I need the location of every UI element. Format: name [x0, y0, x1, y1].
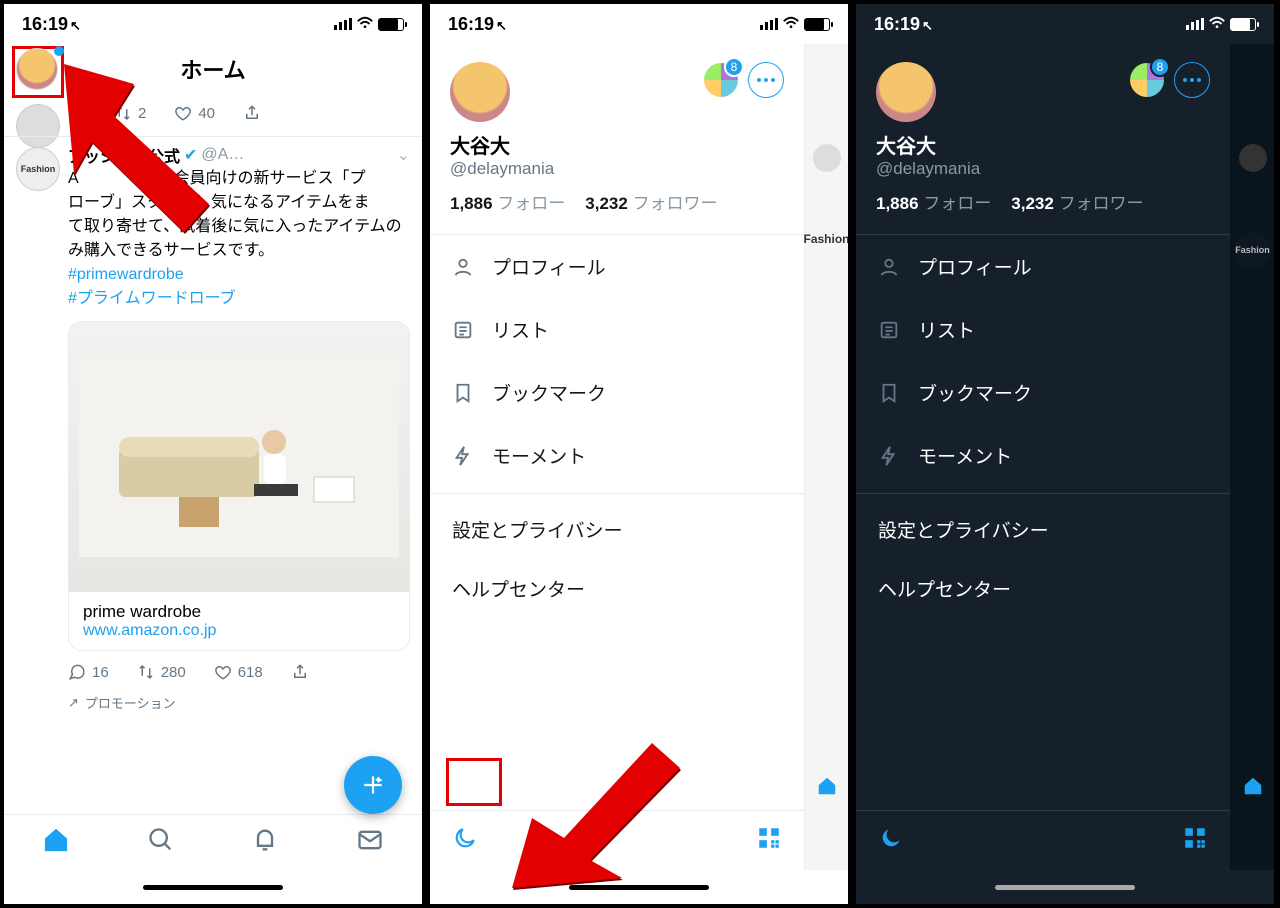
- menu-item-help[interactable]: ヘルプセンター: [430, 559, 804, 618]
- tweet-caret[interactable]: ⌄: [397, 145, 410, 165]
- drawer-header: 8 大谷大 @delaymania 1,886 フォロー 3,232 フォロワー: [430, 44, 804, 224]
- drawer-footer: [856, 810, 1230, 870]
- following-stat[interactable]: 1,886 フォロー: [450, 189, 565, 214]
- background-timeline-strip: Fashion: [1230, 44, 1274, 870]
- promoted-label: ↗プロモーション: [68, 693, 410, 712]
- clock-label: 16:19↖: [22, 14, 81, 35]
- location-icon: ↖: [70, 18, 81, 33]
- home-indicator: [4, 870, 422, 904]
- status-bar: 16:19↖: [4, 4, 422, 44]
- more-accounts-button[interactable]: [748, 62, 784, 98]
- account-switch-avatar[interactable]: 8: [704, 63, 738, 97]
- retweet-button[interactable]: 280: [137, 663, 186, 681]
- home-indicator: [856, 870, 1274, 904]
- more-accounts-button[interactable]: [1174, 62, 1210, 98]
- night-mode-button[interactable]: [878, 825, 904, 856]
- hashtag-link[interactable]: #primewardrobe: [68, 266, 184, 283]
- display-name[interactable]: 大谷大: [876, 130, 1210, 159]
- annotation-arrow-icon: [64, 64, 224, 244]
- following-stat[interactable]: 1,886 フォロー: [876, 189, 991, 214]
- menu-item-bookmark[interactable]: ブックマーク: [856, 361, 1230, 424]
- drawer-header: 8 大谷大 @delaymania 1,886 フォロー 3,232 フォロワー: [856, 44, 1230, 224]
- display-name[interactable]: 大谷大: [450, 130, 784, 159]
- profile-avatar[interactable]: [450, 62, 510, 122]
- menu-item-profile[interactable]: プロフィール: [856, 235, 1230, 298]
- battery-icon: [378, 18, 404, 31]
- menu-item-moments[interactable]: モーメント: [856, 424, 1230, 487]
- status-bar: 16:19↖: [430, 4, 848, 44]
- menu-item-help[interactable]: ヘルプセンター: [856, 559, 1230, 618]
- compose-tweet-button[interactable]: [344, 756, 402, 814]
- menu-item-list[interactable]: リスト: [430, 298, 804, 361]
- followers-stat[interactable]: 3,232 フォロワー: [1011, 189, 1143, 214]
- hashtag-link[interactable]: #プライムワードローブ: [68, 290, 236, 307]
- profile-avatar-button[interactable]: [16, 48, 58, 90]
- card-image: [69, 322, 409, 592]
- username-handle[interactable]: @delaymania: [450, 159, 784, 179]
- account-badge: 8: [724, 57, 744, 77]
- like-button[interactable]: 618: [214, 663, 263, 681]
- link-card[interactable]: prime wardrobe www.amazon.co.jp: [68, 321, 410, 651]
- tab-bar: [4, 814, 422, 870]
- card-url: www.amazon.co.jp: [83, 622, 395, 640]
- annotation-highlight-box: [446, 758, 502, 806]
- account-badge: 8: [1150, 57, 1170, 77]
- tab-messages[interactable]: [356, 826, 384, 859]
- account-switch-avatar[interactable]: 8: [1130, 63, 1164, 97]
- card-title: prime wardrobe: [83, 602, 395, 622]
- tweet-avatar[interactable]: Fashion: [16, 147, 60, 191]
- screenshot-1-timeline: 16:19↖ ホーム 2 40 Fashion アッション公式 ✔: [0, 0, 426, 908]
- share-button[interactable]: [291, 663, 309, 681]
- qr-code-button[interactable]: [1182, 825, 1208, 856]
- screenshot-3-drawer-dark: 16:19↖ 8 大谷大 @delaymania 1,886 フォロー 3,23…: [852, 0, 1278, 908]
- tab-search[interactable]: [147, 826, 175, 859]
- signal-icon: [334, 18, 352, 30]
- background-timeline-strip: Fashion: [804, 44, 848, 870]
- wifi-icon: [356, 15, 374, 33]
- tab-notifications[interactable]: [251, 826, 279, 859]
- share-button[interactable]: [243, 104, 261, 122]
- tab-home[interactable]: [42, 826, 70, 859]
- menu-item-bookmark[interactable]: ブックマーク: [430, 361, 804, 424]
- annotation-arrow-icon: [512, 728, 692, 888]
- menu-item-profile[interactable]: プロフィール: [430, 235, 804, 298]
- followers-stat[interactable]: 3,232 フォロワー: [585, 189, 717, 214]
- menu-item-settings[interactable]: 設定とプライバシー: [856, 500, 1230, 559]
- menu-item-settings[interactable]: 設定とプライバシー: [430, 500, 804, 559]
- night-mode-button[interactable]: [452, 825, 478, 856]
- menu-item-list[interactable]: リスト: [856, 298, 1230, 361]
- screenshot-2-drawer-light: 16:19↖ 8 大谷大 @delaymania 1,886 フォロー 3,23…: [426, 0, 852, 908]
- menu-item-moments[interactable]: モーメント: [430, 424, 804, 487]
- profile-avatar[interactable]: [876, 62, 936, 122]
- qr-code-button[interactable]: [756, 825, 782, 856]
- username-handle[interactable]: @delaymania: [876, 159, 1210, 179]
- reply-button[interactable]: 16: [68, 663, 109, 681]
- status-bar: 16:19↖: [856, 4, 1274, 44]
